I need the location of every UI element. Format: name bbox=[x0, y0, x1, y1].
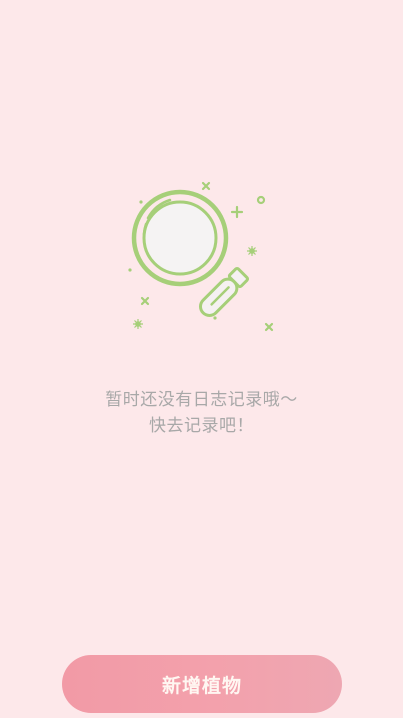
screen: 暂时还没有日志记录哦～ 快去记录吧！ 新增植物 bbox=[0, 0, 403, 718]
empty-message-line2: 快去记录吧！ bbox=[149, 416, 254, 436]
empty-message-line1: 暂时还没有日志记录哦～ bbox=[105, 390, 298, 410]
empty-state: 暂时还没有日志记录哦～ 快去记录吧！ bbox=[0, 0, 403, 718]
add-plant-label: 新增植物 bbox=[161, 674, 242, 697]
add-plant-button[interactable]: 新增植物 bbox=[62, 655, 342, 713]
magnifier-icon bbox=[128, 181, 274, 332]
